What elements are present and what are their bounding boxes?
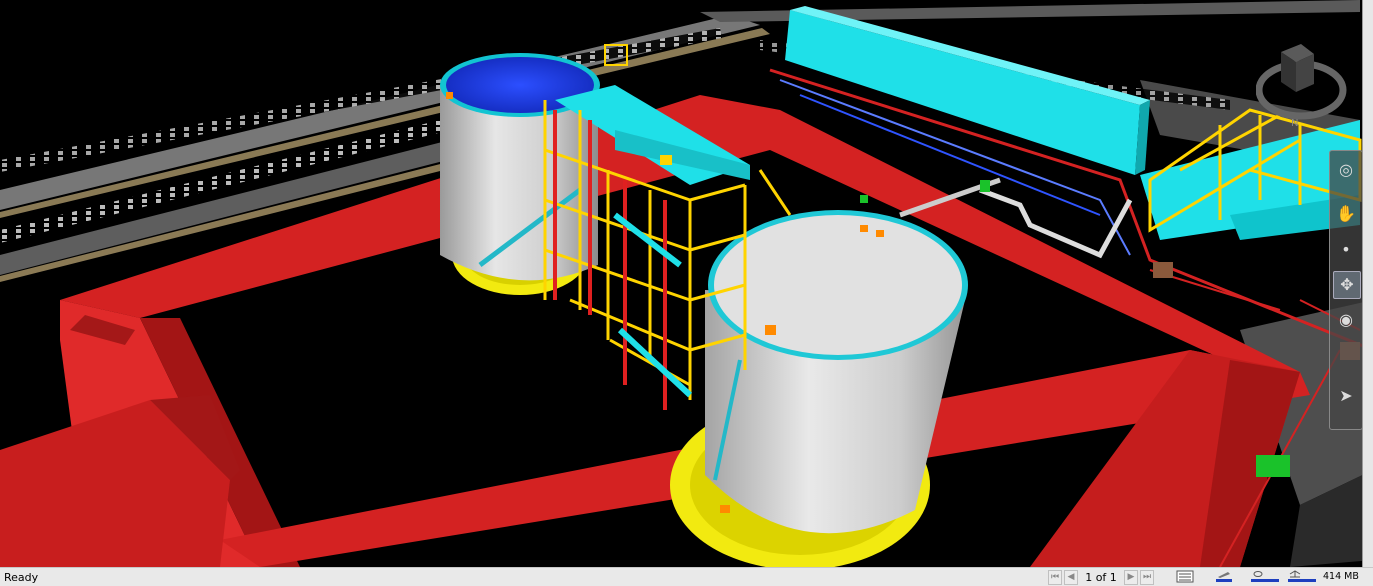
select-tool-icon[interactable]: ➤ (1333, 383, 1359, 409)
next-page-button[interactable]: ▶ (1124, 569, 1138, 585)
page-navigator: ⏮ ◀ 1 of 1 ▶ ⏭ (1048, 569, 1154, 585)
status-text: Ready (4, 571, 39, 584)
orbit-tool-icon[interactable]: ✥ (1333, 271, 1361, 299)
page-indicator: 1 of 1 (1085, 570, 1117, 584)
compass-north-label: N (1291, 118, 1298, 129)
navigation-wheel-icon[interactable]: ◎ (1333, 157, 1359, 183)
right-panel-edge[interactable] (1362, 0, 1373, 567)
disk-progress-icon (1251, 571, 1279, 582)
last-page-button[interactable]: ⏭ (1140, 569, 1154, 585)
sheet-list-icon[interactable] (1176, 570, 1194, 583)
memory-usage: 414 MB (1323, 571, 1359, 582)
plant-3d-model[interactable] (0, 0, 1373, 567)
previous-page-button[interactable]: ◀ (1064, 569, 1078, 585)
application: N ◎ ✋ • ✥ ◉ ➤ Ready ⏮ ◀ 1 of 1 ▶ ⏭ 414 M… (0, 0, 1373, 586)
pan-tool-icon[interactable]: ✋ (1333, 201, 1359, 227)
navigation-bar: ◎ ✋ • ✥ ◉ ➤ (1329, 150, 1363, 430)
3d-viewport[interactable]: N ◎ ✋ • ✥ ◉ ➤ (0, 0, 1373, 567)
status-bar: Ready ⏮ ◀ 1 of 1 ▶ ⏭ 414 MB (0, 567, 1373, 586)
network-progress-icon (1288, 570, 1316, 582)
storage-tank-2[interactable] (670, 210, 968, 567)
first-page-button[interactable]: ⏮ (1048, 569, 1062, 585)
pencil-progress-icon (1216, 572, 1232, 582)
zoom-tool-icon[interactable]: • (1333, 237, 1359, 263)
look-tool-icon[interactable]: ◉ (1333, 307, 1359, 333)
storage-tank-1[interactable] (440, 53, 600, 295)
view-cube[interactable]: N (1256, 40, 1356, 130)
